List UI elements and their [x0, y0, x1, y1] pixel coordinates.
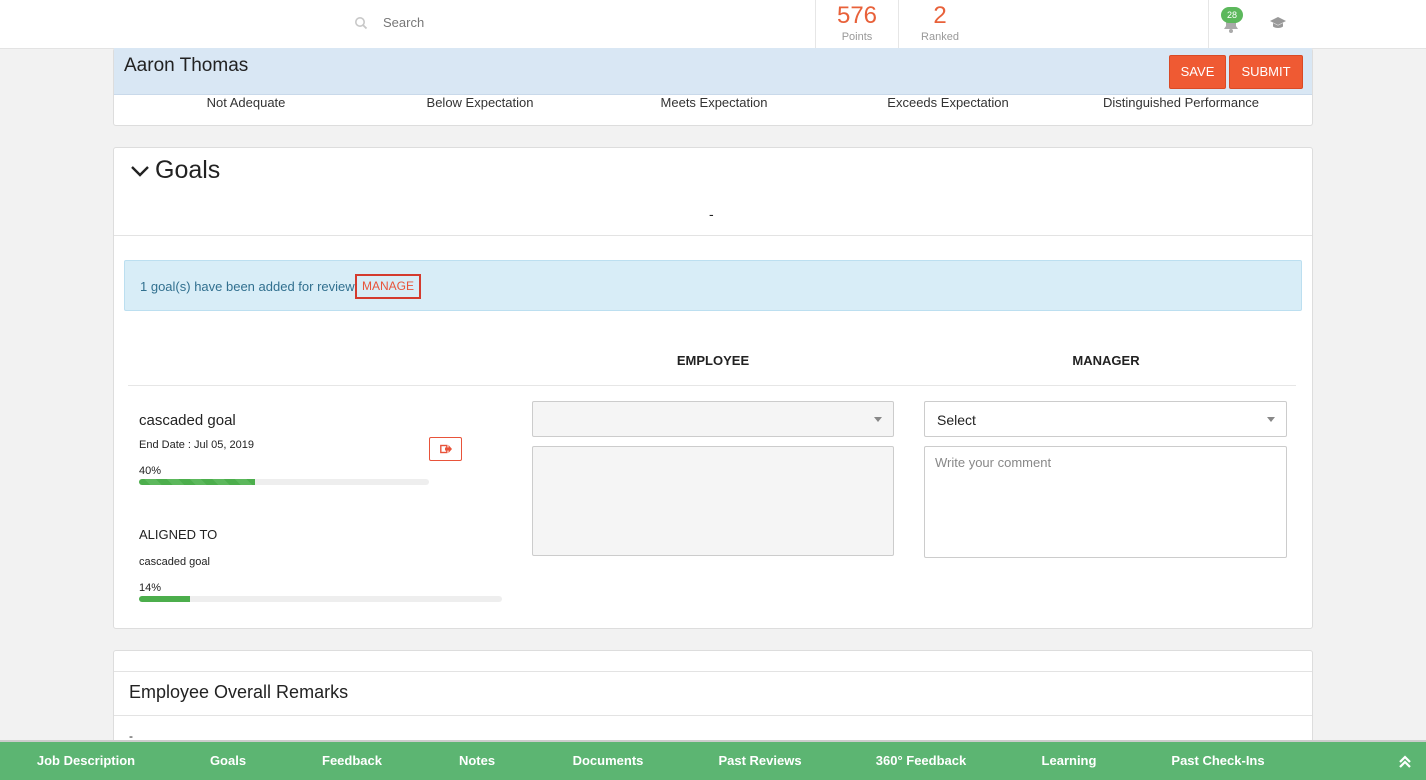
remarks-title: Employee Overall Remarks: [129, 682, 349, 702]
goal-progress-fill: [139, 479, 255, 485]
goals-alert: 1 goal(s) have been added for review. MA…: [124, 260, 1302, 311]
goals-section: Goals - 1 goal(s) have been added for re…: [113, 147, 1313, 629]
ranked-label: Ranked: [921, 31, 959, 43]
submit-button[interactable]: SUBMIT: [1229, 55, 1303, 89]
nav-goals[interactable]: Goals: [210, 753, 246, 768]
nav-past-reviews[interactable]: Past Reviews: [718, 753, 801, 768]
rating-scale-label: Not Adequate: [206, 95, 286, 110]
header-divider: [1208, 0, 1209, 48]
manager-select-value: Select: [937, 412, 976, 428]
nav-notes[interactable]: Notes: [459, 753, 495, 768]
caret-down-icon: [874, 417, 882, 422]
goals-title: Goals: [155, 156, 221, 184]
rating-scale: Not Adequate Below Expectation Meets Exp…: [114, 95, 1312, 110]
rating-scale-label: Below Expectation: [426, 95, 534, 110]
share-icon: [440, 444, 452, 454]
goal-name: cascaded goal: [139, 412, 236, 429]
aligned-progress-label: 14%: [139, 582, 162, 594]
employee-rating-select[interactable]: [532, 401, 894, 437]
top-bar: 576 Points 2 Ranked 28: [0, 0, 1426, 49]
employee-name: Aaron Thomas: [124, 55, 249, 76]
caret-down-icon: [1267, 417, 1275, 422]
nav-360-feedback[interactable]: 360° Feedback: [876, 753, 966, 768]
goal-end-date: End Date : Jul 05, 2019: [139, 439, 254, 451]
divider: [128, 385, 1296, 386]
search-icon: [355, 16, 368, 29]
goal-progress-bar: [139, 479, 429, 485]
chevron-down-icon[interactable]: [130, 163, 150, 179]
aligned-progress-bar: [139, 596, 502, 602]
nav-documents[interactable]: Documents: [573, 753, 644, 768]
rating-scale-label: Meets Expectation: [660, 95, 768, 110]
review-header-panel: Aaron Thomas SAVE SUBMIT Not Adequate Be…: [113, 48, 1313, 126]
graduation-cap-icon[interactable]: [1269, 16, 1287, 30]
aligned-to-label: ALIGNED TO: [139, 527, 218, 542]
ranked-value: 2: [933, 2, 947, 29]
divider: [114, 671, 1312, 672]
nav-feedback[interactable]: Feedback: [322, 753, 382, 768]
nav-learning[interactable]: Learning: [1042, 753, 1097, 768]
points-stat[interactable]: 576 Points: [815, 0, 898, 48]
rating-scale-label: Distinguished Performance: [1102, 95, 1260, 110]
employee-comment-field[interactable]: [532, 446, 894, 556]
manager-comment-field[interactable]: [924, 446, 1287, 558]
divider: [114, 715, 1312, 716]
manager-rating-select[interactable]: Select: [924, 401, 1287, 437]
ranked-stat[interactable]: 2 Ranked: [898, 0, 981, 48]
bottom-nav: Job Description Goals Feedback Notes Doc…: [0, 740, 1426, 780]
aligned-progress-fill: [139, 596, 190, 602]
goals-header[interactable]: Goals -: [114, 148, 1312, 236]
save-button[interactable]: SAVE: [1169, 55, 1226, 89]
goals-subtitle: -: [709, 206, 714, 222]
nav-past-check-ins[interactable]: Past Check-Ins: [1171, 753, 1264, 768]
notification-badge: 28: [1221, 7, 1243, 23]
rating-scale-label: Exceeds Expectation: [887, 95, 1009, 110]
nav-job-description[interactable]: Job Description: [37, 753, 135, 768]
alert-text: 1 goal(s) have been added for review.: [140, 279, 358, 294]
manage-button[interactable]: MANAGE: [355, 274, 422, 299]
aligned-goal-name: cascaded goal: [139, 556, 210, 568]
manager-column-header: MANAGER: [1072, 353, 1140, 368]
goal-progress-label: 40%: [139, 465, 162, 477]
search-box[interactable]: [354, 15, 683, 30]
search-input[interactable]: [383, 15, 683, 30]
employee-column-header: EMPLOYEE: [676, 353, 750, 368]
points-value: 576: [836, 2, 878, 29]
employee-name-bar: Aaron Thomas SAVE SUBMIT: [114, 48, 1312, 95]
goal-detail-button[interactable]: [429, 437, 462, 461]
double-chevron-up-icon[interactable]: [1398, 755, 1412, 769]
points-label: Points: [841, 31, 873, 43]
